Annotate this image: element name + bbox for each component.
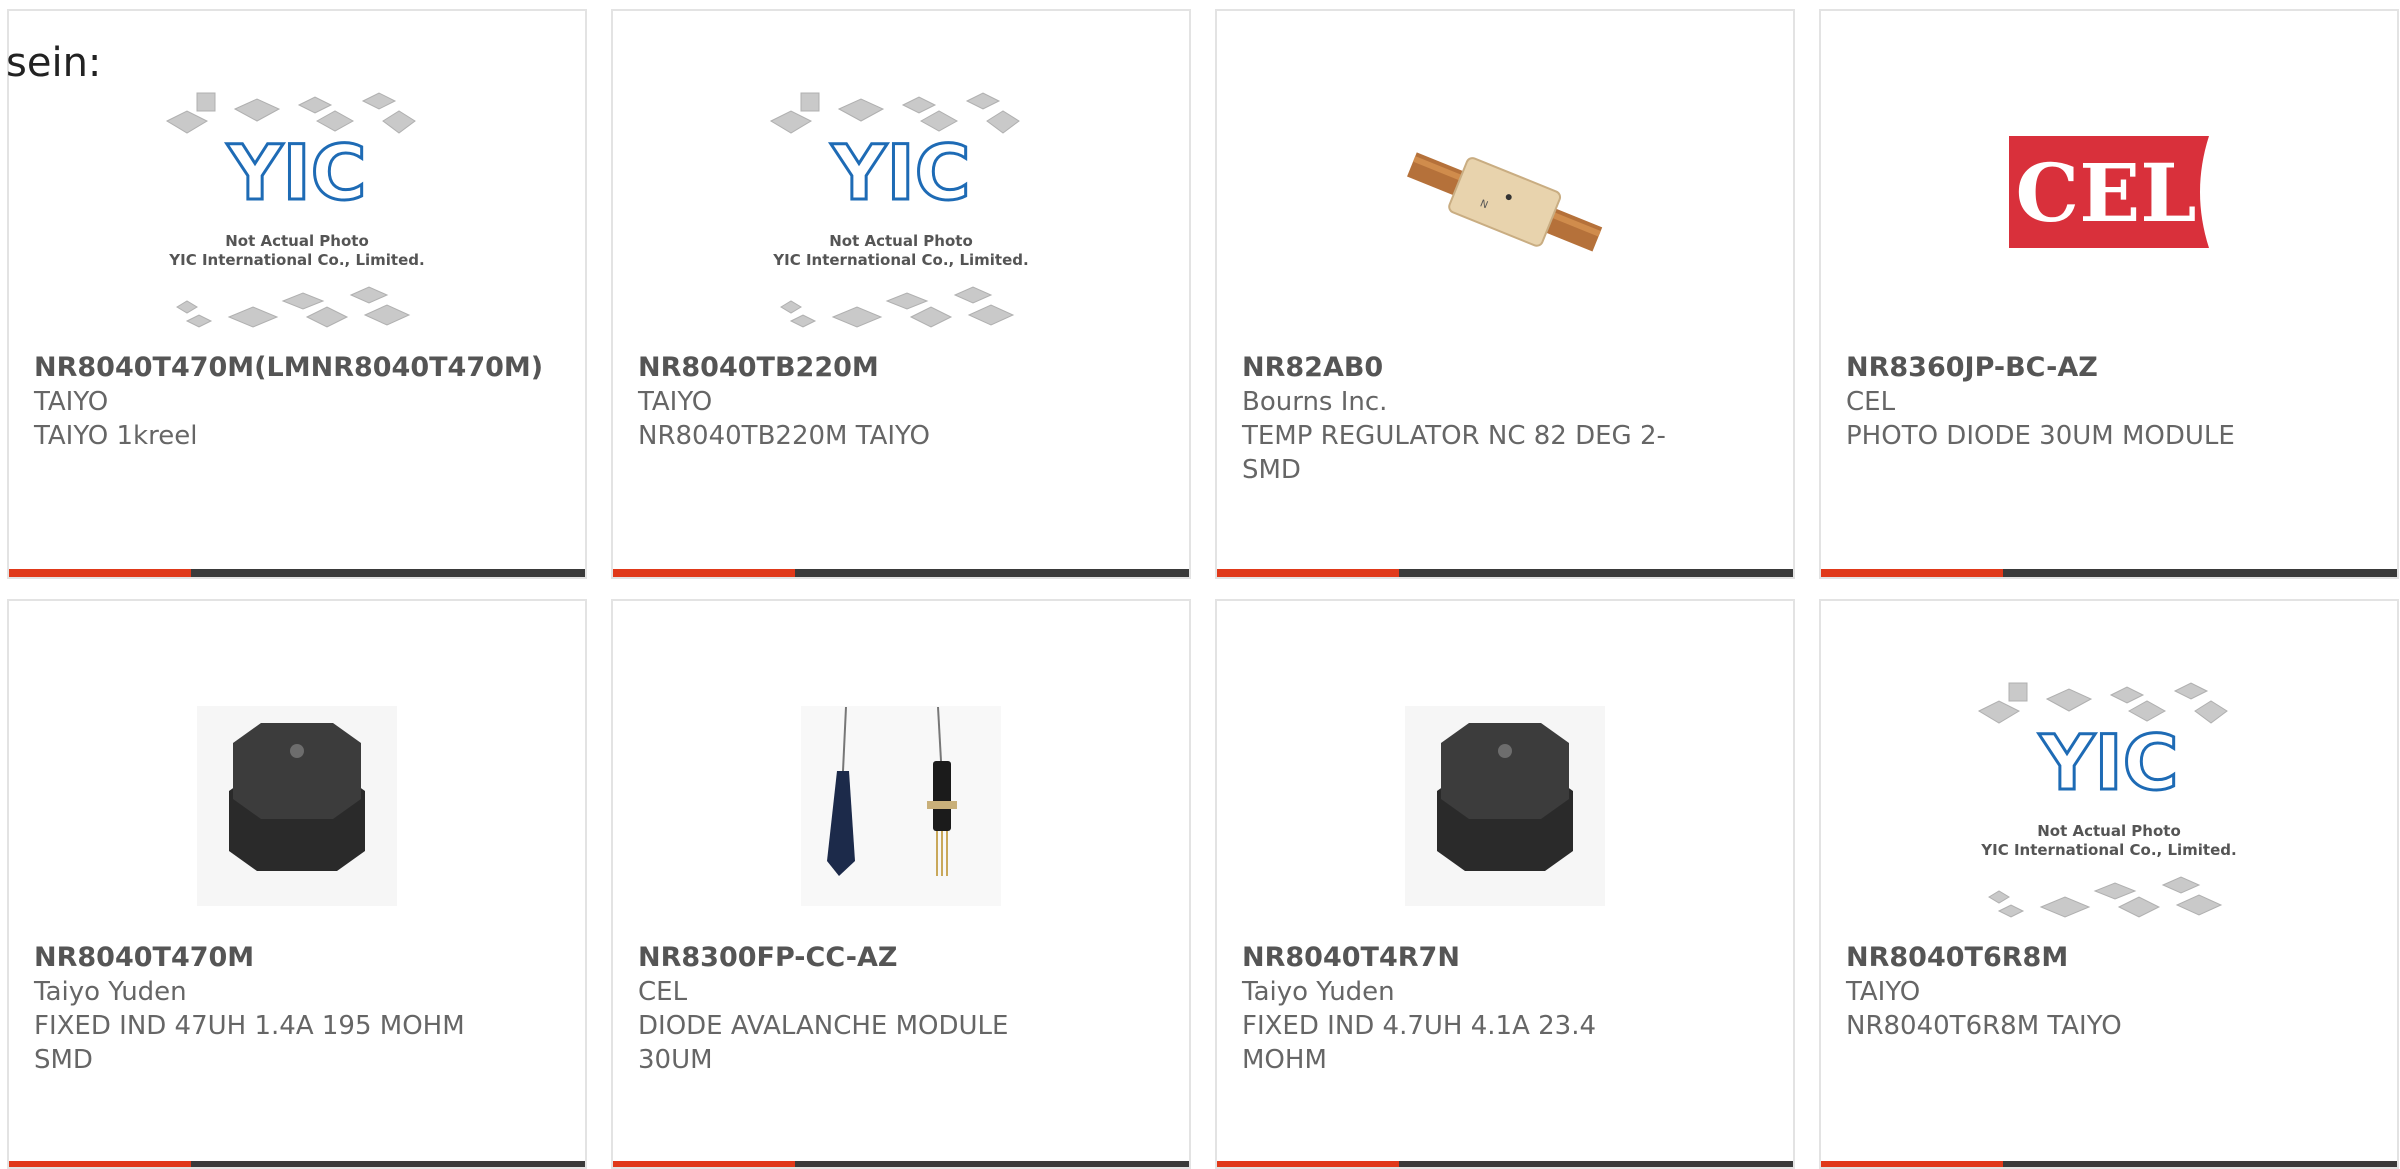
intro-text: sein:	[6, 40, 102, 86]
manufacturer: TAIYO	[1846, 977, 1921, 1007]
card-accent-bar	[1821, 1161, 2003, 1167]
card-accent-bar	[1217, 569, 1399, 577]
card-bottom-bar	[1821, 569, 2397, 577]
part-number[interactable]: NR8040TB220M	[638, 351, 1069, 385]
part-number[interactable]: NR8040T470M(LMNR8040T470M)	[34, 351, 543, 385]
card-accent-bar	[9, 1161, 191, 1167]
svg-text:YIC International Co., Limited: YIC International Co., Limited.	[168, 251, 424, 269]
product-card[interactable]: YIC Not Actual Photo YIC International C…	[7, 9, 587, 579]
product-image-placeholder: YIC Not Actual Photo YIC International C…	[761, 81, 1041, 351]
product-image	[157, 671, 437, 941]
card-bottom-bar	[9, 569, 585, 577]
product-info: NR8040T470M Taiyo Yuden FIXED IND 47UH 1…	[34, 941, 465, 1077]
description: TAIYO 1kreel	[34, 421, 198, 451]
yic-logo: YIC	[2038, 718, 2178, 807]
svg-text:YIC International Co., Limited: YIC International Co., Limited.	[772, 251, 1028, 269]
product-info: NR8040T6R8M TAIYO NR8040T6R8M TAIYO	[1846, 941, 2277, 1043]
part-number[interactable]: NR8040T4R7N	[1242, 941, 1673, 975]
manufacturer: Bourns Inc.	[1242, 387, 1388, 417]
thermal-fuse-photo: N	[1407, 152, 1603, 252]
inductor-photo	[1405, 706, 1605, 906]
product-info: NR8040TB220M TAIYO NR8040TB220M TAIYO	[638, 351, 1069, 453]
svg-text:Not Actual Photo: Not Actual Photo	[2037, 822, 2181, 840]
part-number[interactable]: NR8300FP-CC-AZ	[638, 941, 1069, 975]
product-card[interactable]: YIC Not Actual Photo YIC International C…	[1819, 599, 2399, 1169]
card-bottom-bar	[9, 1161, 585, 1167]
part-number[interactable]: NR8040T6R8M	[1846, 941, 2277, 975]
card-accent-bar	[1821, 569, 2003, 577]
product-info: NR8040T470M(LMNR8040T470M) TAIYO TAIYO 1…	[34, 351, 543, 453]
svg-text:YIC International Co., Limited: YIC International Co., Limited.	[1980, 841, 2236, 859]
product-info: NR8360JP-BC-AZ CEL PHOTO DIODE 30UM MODU…	[1846, 351, 2277, 453]
product-card[interactable]: CEL NR8360JP-BC-AZ CEL PHOTO DIODE 30UM …	[1819, 9, 2399, 579]
card-accent-bar	[613, 569, 795, 577]
part-number[interactable]: NR82AB0	[1242, 351, 1673, 385]
card-accent-bar	[613, 1161, 795, 1167]
product-info: NR8300FP-CC-AZ CEL DIODE AVALANCHE MODUL…	[638, 941, 1069, 1077]
card-bottom-bar	[613, 1161, 1189, 1167]
card-bottom-bar	[613, 569, 1189, 577]
card-accent-bar	[1217, 1161, 1399, 1167]
manufacturer: Taiyo Yuden	[1242, 977, 1395, 1007]
description: FIXED IND 4.7UH 4.1A 23.4 MOHM	[1242, 1011, 1597, 1075]
product-card[interactable]: NR8040T4R7N Taiyo Yuden FIXED IND 4.7UH …	[1215, 599, 1795, 1169]
description: DIODE AVALANCHE MODULE 30UM	[638, 1011, 1009, 1075]
description: NR8040TB220M TAIYO	[638, 421, 930, 451]
product-grid: YIC Not Actual Photo YIC International C…	[7, 9, 2399, 1169]
product-image-placeholder: YIC Not Actual Photo YIC International C…	[157, 81, 437, 351]
yic-logo: YIC	[830, 128, 970, 217]
manufacturer: CEL	[638, 977, 688, 1007]
manufacturer: Taiyo Yuden	[34, 977, 187, 1007]
product-image	[761, 671, 1041, 941]
svg-text:Not Actual Photo: Not Actual Photo	[225, 232, 369, 250]
card-accent-bar	[9, 569, 191, 577]
manufacturer: TAIYO	[638, 387, 713, 417]
svg-text:Not Actual Photo: Not Actual Photo	[829, 232, 973, 250]
yic-logo: YIC	[226, 128, 366, 217]
cel-logo-text: CEL	[2016, 146, 2197, 240]
cel-logo-icon: CEL	[2009, 136, 2215, 248]
description: PHOTO DIODE 30UM MODULE	[1846, 421, 2235, 451]
part-number[interactable]: NR8360JP-BC-AZ	[1846, 351, 2277, 385]
product-info: NR8040T4R7N Taiyo Yuden FIXED IND 4.7UH …	[1242, 941, 1673, 1077]
description: FIXED IND 47UH 1.4A 195 MOHM SMD	[34, 1011, 465, 1075]
card-bottom-bar	[1217, 1161, 1793, 1167]
description: TEMP REGULATOR NC 82 DEG 2-SMD	[1242, 421, 1666, 485]
manufacturer: CEL	[1846, 387, 1896, 417]
product-image-placeholder: YIC Not Actual Photo YIC International C…	[1969, 671, 2249, 941]
product-card[interactable]: YIC Not Actual Photo YIC International C…	[611, 9, 1191, 579]
description: NR8040T6R8M TAIYO	[1846, 1011, 2122, 1041]
product-info: NR82AB0 Bourns Inc. TEMP REGULATOR NC 82…	[1242, 351, 1673, 487]
product-card[interactable]: NR8300FP-CC-AZ CEL DIODE AVALANCHE MODUL…	[611, 599, 1191, 1169]
product-image: CEL	[1969, 81, 2249, 351]
fiber-module-photo	[801, 706, 1001, 906]
product-card[interactable]: NR8040T470M Taiyo Yuden FIXED IND 47UH 1…	[7, 599, 587, 1169]
product-image: N	[1365, 81, 1645, 351]
inductor-photo	[197, 706, 397, 906]
yic-placeholder-graphic: YIC Not Actual Photo YIC International C…	[165, 92, 425, 328]
product-image	[1365, 671, 1645, 941]
card-bottom-bar	[1821, 1161, 2397, 1167]
part-number[interactable]: NR8040T470M	[34, 941, 465, 975]
product-card[interactable]: N NR82AB0 Bourns Inc. TEMP REGULATOR NC …	[1215, 9, 1795, 579]
card-bottom-bar	[1217, 569, 1793, 577]
yic-placeholder-graphic: YIC Not Actual Photo YIC International C…	[769, 92, 1029, 328]
yic-placeholder-graphic: YIC Not Actual Photo YIC International C…	[1977, 682, 2237, 918]
manufacturer: TAIYO	[34, 387, 109, 417]
